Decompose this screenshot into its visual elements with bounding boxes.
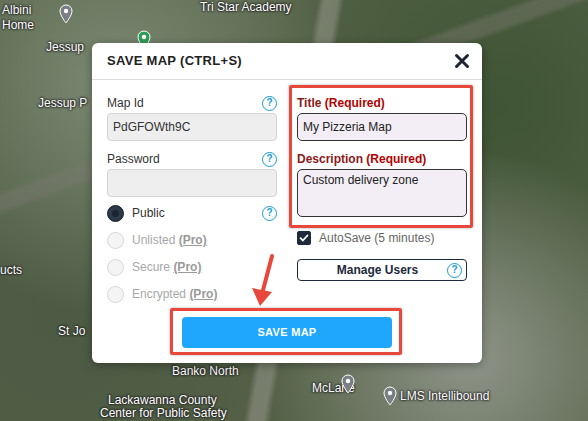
pro-link[interactable]: (Pro): [173, 260, 201, 274]
annotation-box: [170, 308, 402, 355]
help-icon[interactable]: ?: [262, 96, 277, 111]
check-icon: [299, 233, 309, 243]
field-label: Password: [107, 151, 160, 167]
autosave-checkbox[interactable]: [297, 231, 311, 245]
help-icon[interactable]: ?: [262, 206, 277, 221]
map-label[interactable]: St Jo: [58, 324, 85, 338]
radio-label: Secure (Pro): [132, 258, 277, 276]
pro-link[interactable]: (Pro): [189, 287, 217, 301]
visibility-option: Secure (Pro): [107, 257, 277, 277]
visibility-option: Encrypted (Pro): [107, 284, 277, 304]
dialog-title: SAVE MAP (CTRL+S): [107, 51, 242, 71]
map-label[interactable]: Center for Public Safety: [100, 406, 227, 420]
map-label[interactable]: Lackawanna County: [108, 393, 217, 407]
description-input[interactable]: Custom delivery zone: [297, 169, 467, 217]
field-label-row: Password?: [107, 151, 277, 167]
radio-label-text: Unlisted: [132, 233, 175, 247]
radio-label[interactable]: Public: [132, 204, 254, 222]
left-column: Map Id?Password?Public?Unlisted (Pro)Sec…: [107, 95, 277, 304]
dialog-footer: SAVE MAP: [92, 304, 482, 363]
manage-users-label[interactable]: Manage Users: [308, 261, 447, 279]
dialog-body: Map Id?Password?Public?Unlisted (Pro)Sec…: [92, 80, 482, 304]
close-icon: [454, 53, 470, 69]
radio-button[interactable]: [107, 205, 124, 222]
autosave-label[interactable]: AutoSave (5 minutes): [319, 229, 434, 247]
save-map-dialog: SAVE MAP (CTRL+S)Map Id?Password?Public?…: [92, 43, 482, 363]
radio-button: [107, 286, 124, 303]
help-icon[interactable]: ?: [262, 152, 277, 167]
map-label[interactable]: Banko North: [172, 364, 239, 378]
title-input[interactable]: [297, 113, 467, 141]
map-id-input[interactable]: [107, 113, 277, 141]
right-column: Title (Required)Description (Required)Cu…: [297, 95, 467, 304]
field-label-row: Title (Required): [297, 95, 467, 111]
radio-button: [107, 259, 124, 276]
autosave-row[interactable]: AutoSave (5 minutes): [297, 229, 467, 247]
radio-label-text: Secure: [132, 260, 170, 274]
field-label: Title: [297, 96, 321, 110]
arrow-icon: [240, 250, 290, 310]
visibility-option[interactable]: Public?: [107, 203, 277, 223]
required-tag: (Required): [325, 96, 385, 110]
map-label[interactable]: Jessup P: [38, 96, 87, 110]
map-label[interactable]: Tri Star Academy: [200, 0, 292, 14]
field-label-row: Map Id?: [107, 95, 277, 111]
map-canvas[interactable]: Tri Star Academy AlbiniHome Jessup Jessup P…: [0, 0, 588, 421]
annotation-box: [289, 85, 473, 228]
map-pin-icon: [58, 4, 74, 24]
radio-label: Unlisted (Pro): [132, 231, 277, 249]
help-icon[interactable]: ?: [447, 263, 462, 278]
map-label[interactable]: Jessup: [46, 40, 84, 54]
save-button[interactable]: SAVE MAP: [182, 317, 392, 348]
radio-label-text: Public: [132, 206, 165, 220]
required-tag: (Required): [366, 152, 426, 166]
field-label: Description: [297, 152, 363, 166]
manage-users-button[interactable]: Manage Users?: [297, 259, 467, 281]
pro-link[interactable]: (Pro): [179, 233, 207, 247]
radio-label: Encrypted (Pro): [132, 285, 277, 303]
password-input[interactable]: [107, 169, 277, 197]
map-label[interactable]: Albini: [2, 3, 31, 17]
visibility-option: Unlisted (Pro): [107, 230, 277, 250]
map-label[interactable]: ucts: [0, 263, 22, 277]
map-pin-icon: [382, 386, 398, 406]
map-label[interactable]: LMS Intellibound: [400, 389, 489, 403]
radio-label-text: Encrypted: [132, 287, 186, 301]
field-label-row: Description (Required): [297, 151, 467, 167]
map-pin-icon: [340, 374, 356, 394]
field-label: Map Id: [107, 95, 144, 111]
radio-button: [107, 232, 124, 249]
map-label[interactable]: Home: [2, 18, 34, 32]
dialog-header: SAVE MAP (CTRL+S): [92, 43, 482, 80]
close-button[interactable]: [454, 53, 470, 69]
